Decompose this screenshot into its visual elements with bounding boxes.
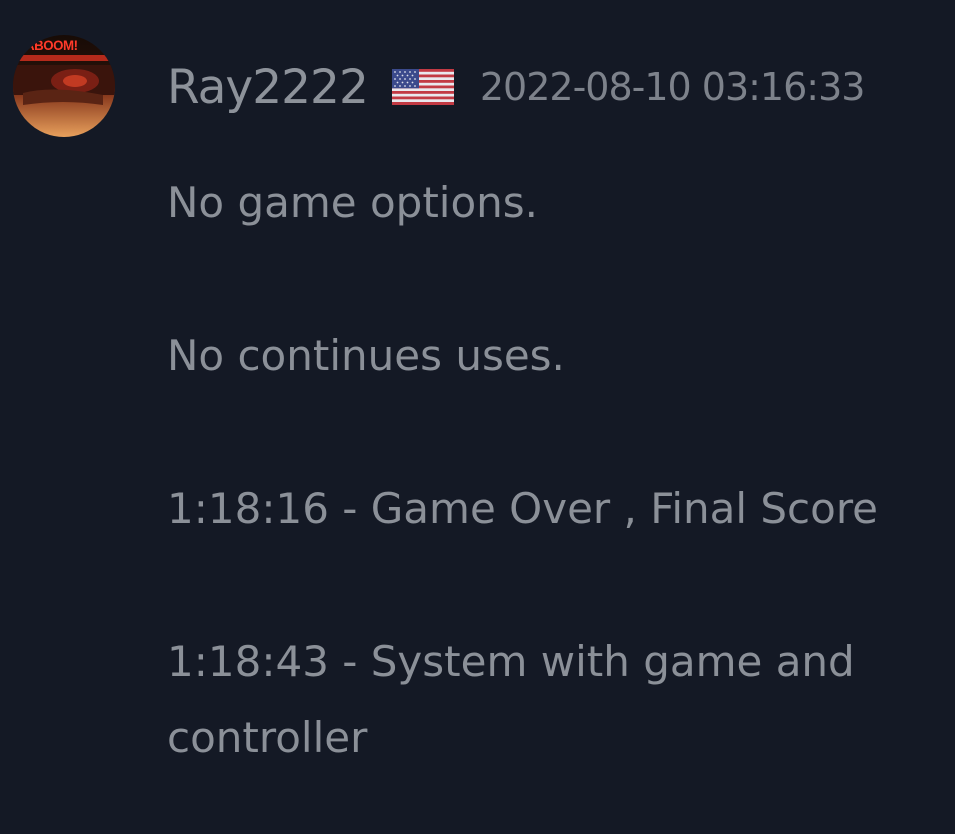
comment-text-line-part: 1:18:43 - System with game and xyxy=(167,637,855,686)
comment-text-line: No continues uses. xyxy=(167,331,565,380)
us-flag-icon xyxy=(391,69,454,105)
avatar[interactable]: ABOOM! xyxy=(13,35,115,137)
avatar-logo-text: ABOOM! xyxy=(25,37,78,53)
comment-text-line: No game options. xyxy=(167,178,539,227)
username-link[interactable]: Ray2222 xyxy=(167,60,369,115)
comment-text-line-part: controller xyxy=(167,713,368,762)
comment: ABOOM! Ray2222 2022-08-10 03:16:33 No ga… xyxy=(0,0,955,834)
comment-header: Ray2222 2022-08-10 03:16:33 xyxy=(167,54,866,120)
comment-timestamp: 2022-08-10 03:16:33 xyxy=(479,65,866,109)
comment-text-line: 1:18:43 - System with game and controlle… xyxy=(167,624,855,776)
comment-text-line: 1:18:16 - Game Over , Final Score xyxy=(167,484,879,533)
